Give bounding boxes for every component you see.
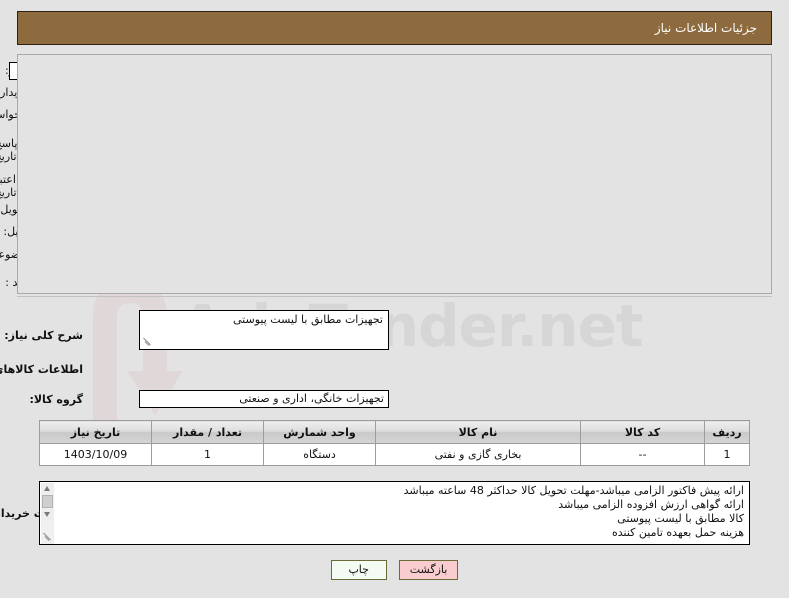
buyer-note-line: ارائه پیش فاکتور الزامی میباشد-مهلت تحوی… <box>403 484 744 497</box>
page-root: AriaTender.net جزئیات اطلاعات نیاز شماره… <box>0 0 789 598</box>
section-divider <box>17 296 772 297</box>
top-info-panel <box>17 54 772 294</box>
cell-need-date: 1403/10/09 <box>39 443 152 466</box>
page-title: جزئیات اطلاعات نیاز <box>654 21 757 35</box>
scroll-up-icon[interactable] <box>41 483 54 494</box>
table-row: 1 -- بخاری گازی و نفتی دستگاه 1 1403/10/… <box>39 443 750 466</box>
scroll-down-icon[interactable] <box>41 509 54 520</box>
col-goods-code: کد کالا <box>580 420 705 444</box>
buyer-note-line: هزینه حمل بعهده تامین کننده <box>611 526 744 539</box>
cell-quantity: 1 <box>151 443 264 466</box>
back-button[interactable]: بازگشت <box>398 560 459 580</box>
page-title-bar: جزئیات اطلاعات نیاز <box>17 11 772 45</box>
col-unit: واحد شمارش <box>263 420 376 444</box>
print-button[interactable]: چاپ <box>330 560 387 580</box>
action-button-bar: بازگشت چاپ <box>0 560 789 580</box>
general-desc-textarea[interactable]: تجهیزات مطابق با لیست پیوستی <box>139 310 389 350</box>
table-header-row: ردیف کد کالا نام کالا واحد شمارش تعداد /… <box>39 420 750 444</box>
notes-scrollbar[interactable] <box>41 483 54 544</box>
goods-group-value: تجهیزات خانگی، اداری و صنعتی <box>139 390 389 408</box>
scroll-thumb[interactable] <box>42 495 53 508</box>
cell-goods-name: بخاری گازی و نفتی <box>375 443 581 466</box>
general-desc-value: تجهیزات مطابق با لیست پیوستی <box>233 313 383 326</box>
textarea-resize-handle[interactable] <box>142 336 153 347</box>
cell-goods-code: -- <box>580 443 705 466</box>
col-need-date: تاریخ نیاز <box>39 420 152 444</box>
col-row-no: ردیف <box>704 420 750 444</box>
buyer-note-line: ارائه گواهی ارزش افزوده الزامی میباشد <box>558 498 744 511</box>
cell-unit: دستگاه <box>263 443 376 466</box>
goods-section-heading: اطلاعات کالاهای مورد نیاز <box>0 363 83 376</box>
buyer-notes-textarea[interactable]: ارائه پیش فاکتور الزامی میباشد-مهلت تحوی… <box>39 481 750 545</box>
general-desc-label: شرح کلی نیاز: <box>4 329 83 342</box>
goods-group-label: گروه کالا: <box>29 393 83 406</box>
buyer-note-line: کالا مطابق با لیست پیوستی <box>617 512 744 525</box>
watermark: AriaTender.net <box>0 270 789 430</box>
goods-table: ردیف کد کالا نام کالا واحد شمارش تعداد /… <box>39 420 750 466</box>
col-goods-name: نام کالا <box>375 420 581 444</box>
cell-row-no: 1 <box>704 443 750 466</box>
col-quantity: تعداد / مقدار <box>151 420 264 444</box>
